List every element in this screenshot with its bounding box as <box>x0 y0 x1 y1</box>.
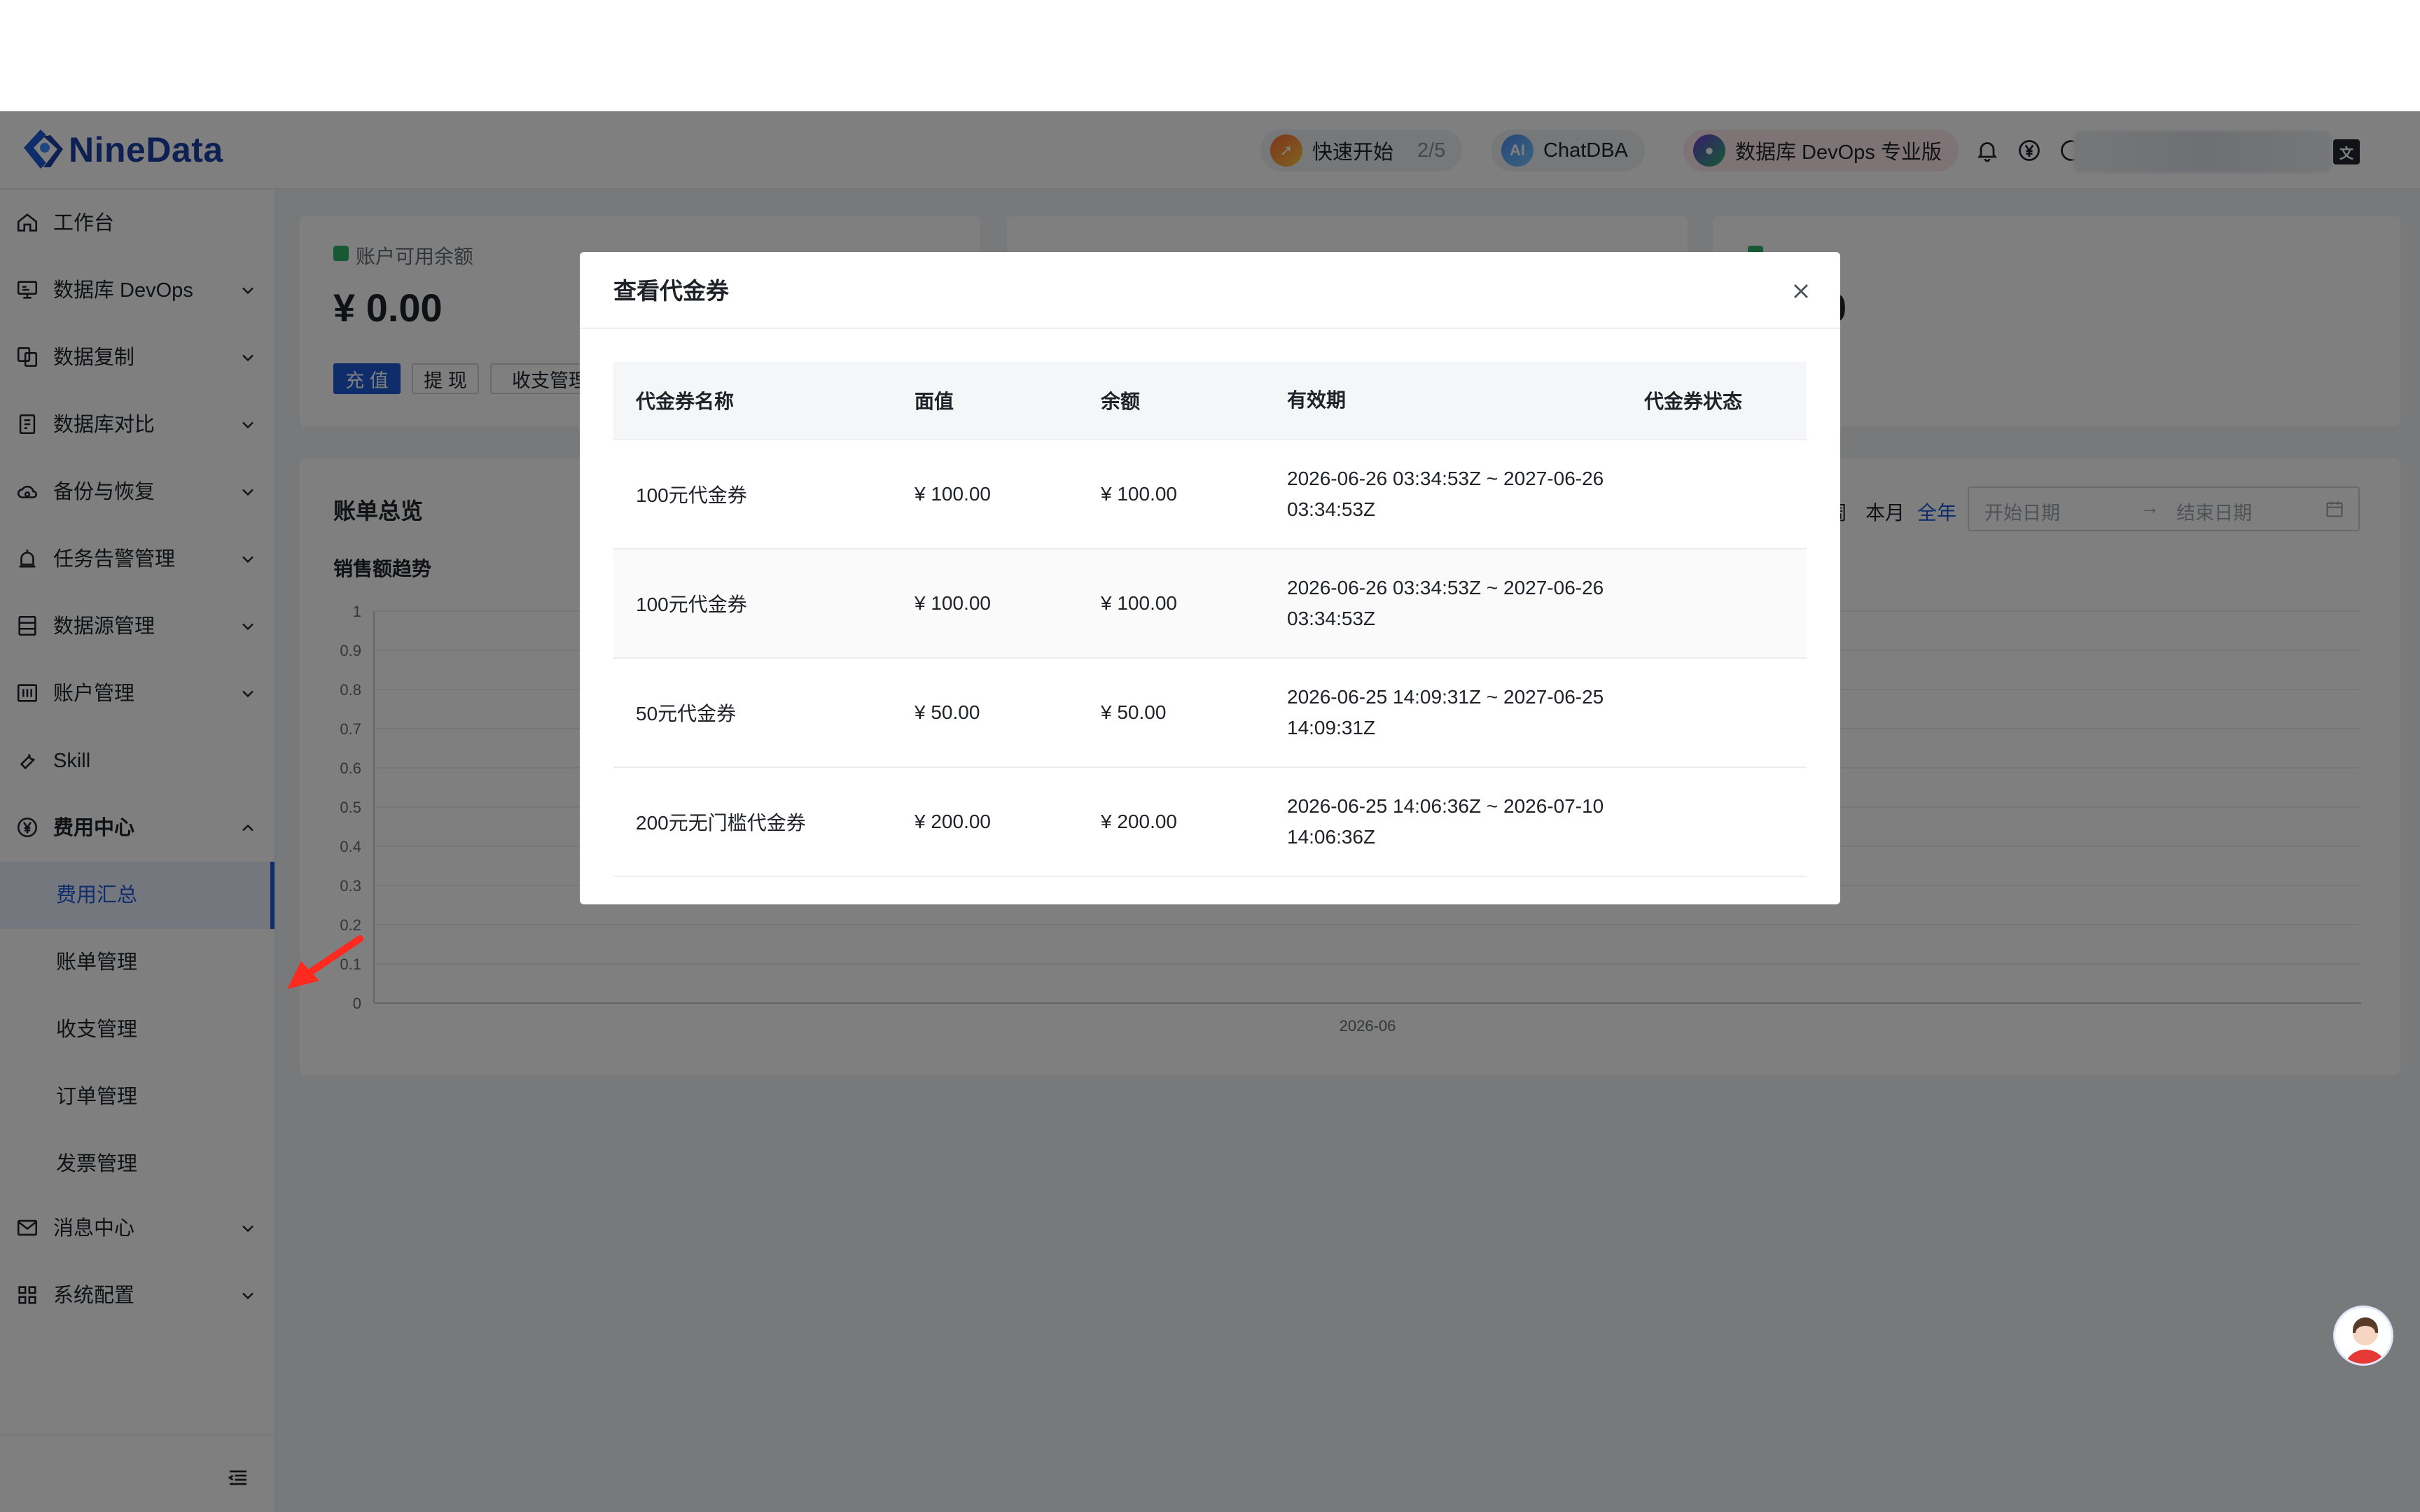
voucher-name: 50元代金券 <box>636 703 737 724</box>
voucher-face-value: ¥ 100.00 <box>915 483 991 505</box>
voucher-validity: 2026-06-26 03:34:53Z ~ 2027-06-26 03:34:… <box>1287 468 1604 520</box>
voucher-balance: ¥ 100.00 <box>1101 483 1177 505</box>
table-row: 50元代金券 ¥ 50.00 ¥ 50.00 2026-06-25 14:09:… <box>613 659 1807 768</box>
customer-support-avatar[interactable] <box>2333 1306 2393 1366</box>
column-header-balance: 余额 <box>1101 391 1141 412</box>
app-root: NineData ➚ 快速开始 2/5 AI ChatDBA ● 数据库 Dev… <box>0 111 2420 1512</box>
voucher-table: 代金券名称 面值 余额 有效期 代金券状态 100元代金券 ¥ 100.00 ¥… <box>613 362 1807 877</box>
column-header-validity: 有效期 <box>1287 389 1347 411</box>
voucher-balance: ¥ 200.00 <box>1101 811 1177 832</box>
voucher-validity: 2026-06-25 14:06:36Z ~ 2026-07-10 14:06:… <box>1287 795 1604 848</box>
voucher-validity: 2026-06-26 03:34:53Z ~ 2027-06-26 03:34:… <box>1287 577 1604 629</box>
voucher-balance: ¥ 50.00 <box>1101 701 1167 723</box>
voucher-status <box>1644 659 1798 766</box>
voucher-name: 100元代金券 <box>636 594 747 615</box>
view-vouchers-modal: 查看代金券 代金券名称 面值 余额 有效期 代金券状态 100元代金券 ¥ 10… <box>580 252 1840 904</box>
top-blank-strip <box>0 0 2420 111</box>
voucher-face-value: ¥ 50.00 <box>915 701 980 723</box>
voucher-name: 200元无门槛代金券 <box>636 812 806 834</box>
voucher-status <box>1644 768 1798 876</box>
voucher-balance: ¥ 100.00 <box>1101 592 1177 614</box>
modal-divider <box>580 328 1840 329</box>
table-row: 200元无门槛代金券 ¥ 200.00 ¥ 200.00 2026-06-25 … <box>613 768 1807 877</box>
table-header-row: 代金券名称 面值 余额 有效期 代金券状态 <box>613 362 1807 440</box>
column-header-status: 代金券状态 <box>1644 391 1743 412</box>
voucher-face-value: ¥ 100.00 <box>915 592 991 614</box>
table-row: 100元代金券 ¥ 100.00 ¥ 100.00 2026-06-26 03:… <box>613 550 1807 659</box>
column-header-name: 代金券名称 <box>636 391 735 412</box>
red-arrow-annotation <box>280 930 364 993</box>
column-header-face-value: 面值 <box>915 391 954 412</box>
voucher-validity: 2026-06-25 14:09:31Z ~ 2027-06-25 14:09:… <box>1287 686 1604 738</box>
voucher-face-value: ¥ 200.00 <box>915 811 991 832</box>
voucher-status <box>1644 550 1798 657</box>
table-row: 100元代金券 ¥ 100.00 ¥ 100.00 2026-06-26 03:… <box>613 440 1807 550</box>
voucher-status <box>1644 440 1798 548</box>
close-icon[interactable] <box>1788 279 1814 304</box>
modal-title: 查看代金券 <box>613 278 729 304</box>
voucher-name: 100元代金券 <box>636 484 747 506</box>
